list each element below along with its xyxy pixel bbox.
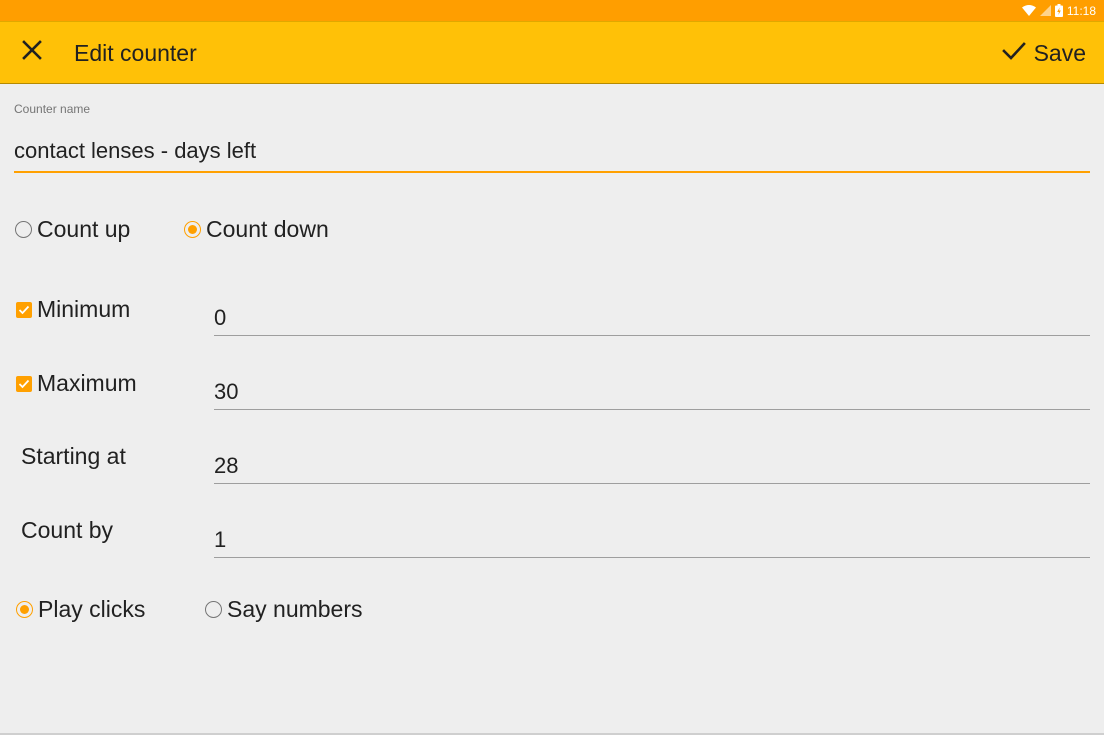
say-numbers-option[interactable]: Say numbers <box>205 596 363 623</box>
count-up-option[interactable]: Count up <box>15 216 130 243</box>
play-clicks-label: Play clicks <box>38 596 146 622</box>
save-button[interactable]: Save <box>1001 32 1086 74</box>
play-clicks-radio[interactable] <box>16 601 33 618</box>
status-bar: 11:18 <box>0 0 1104 21</box>
maximum-option[interactable]: Maximum <box>16 370 137 397</box>
count-up-radio[interactable] <box>15 221 32 238</box>
status-time: 11:18 <box>1066 3 1096 18</box>
counter-name-label: Counter name <box>14 102 91 116</box>
count-down-option[interactable]: Count down <box>184 216 329 243</box>
minimum-label: Minimum <box>37 296 131 322</box>
count-down-label: Count down <box>206 216 329 242</box>
maximum-label: Maximum <box>37 370 137 396</box>
count-up-label: Count up <box>37 216 131 242</box>
counter-name-input[interactable] <box>14 131 1090 173</box>
starting-at-label: Starting at <box>21 443 126 469</box>
page-title: Edit counter <box>74 40 197 66</box>
maximum-checkbox[interactable] <box>16 375 32 392</box>
play-clicks-option[interactable]: Play clicks <box>16 596 145 623</box>
minimum-option[interactable]: Minimum <box>16 296 130 323</box>
count-down-radio[interactable] <box>184 221 201 238</box>
say-numbers-label: Say numbers <box>227 596 363 622</box>
save-label: Save <box>1033 39 1086 66</box>
check-icon <box>1001 40 1026 67</box>
close-button[interactable] <box>10 30 54 74</box>
starting-at-input[interactable] <box>214 444 1090 484</box>
count-by-label: Count by <box>21 517 114 543</box>
count-by-input[interactable] <box>214 518 1090 558</box>
minimum-input[interactable] <box>214 296 1090 336</box>
close-icon <box>22 39 42 65</box>
app-bar: Edit counter Save <box>0 21 1104 84</box>
cell-signal-icon <box>1039 5 1051 16</box>
wifi-icon <box>1021 5 1036 16</box>
say-numbers-radio[interactable] <box>205 601 222 618</box>
maximum-input[interactable] <box>214 370 1090 410</box>
battery-charging-icon <box>1054 4 1063 17</box>
minimum-checkbox[interactable] <box>16 301 32 318</box>
